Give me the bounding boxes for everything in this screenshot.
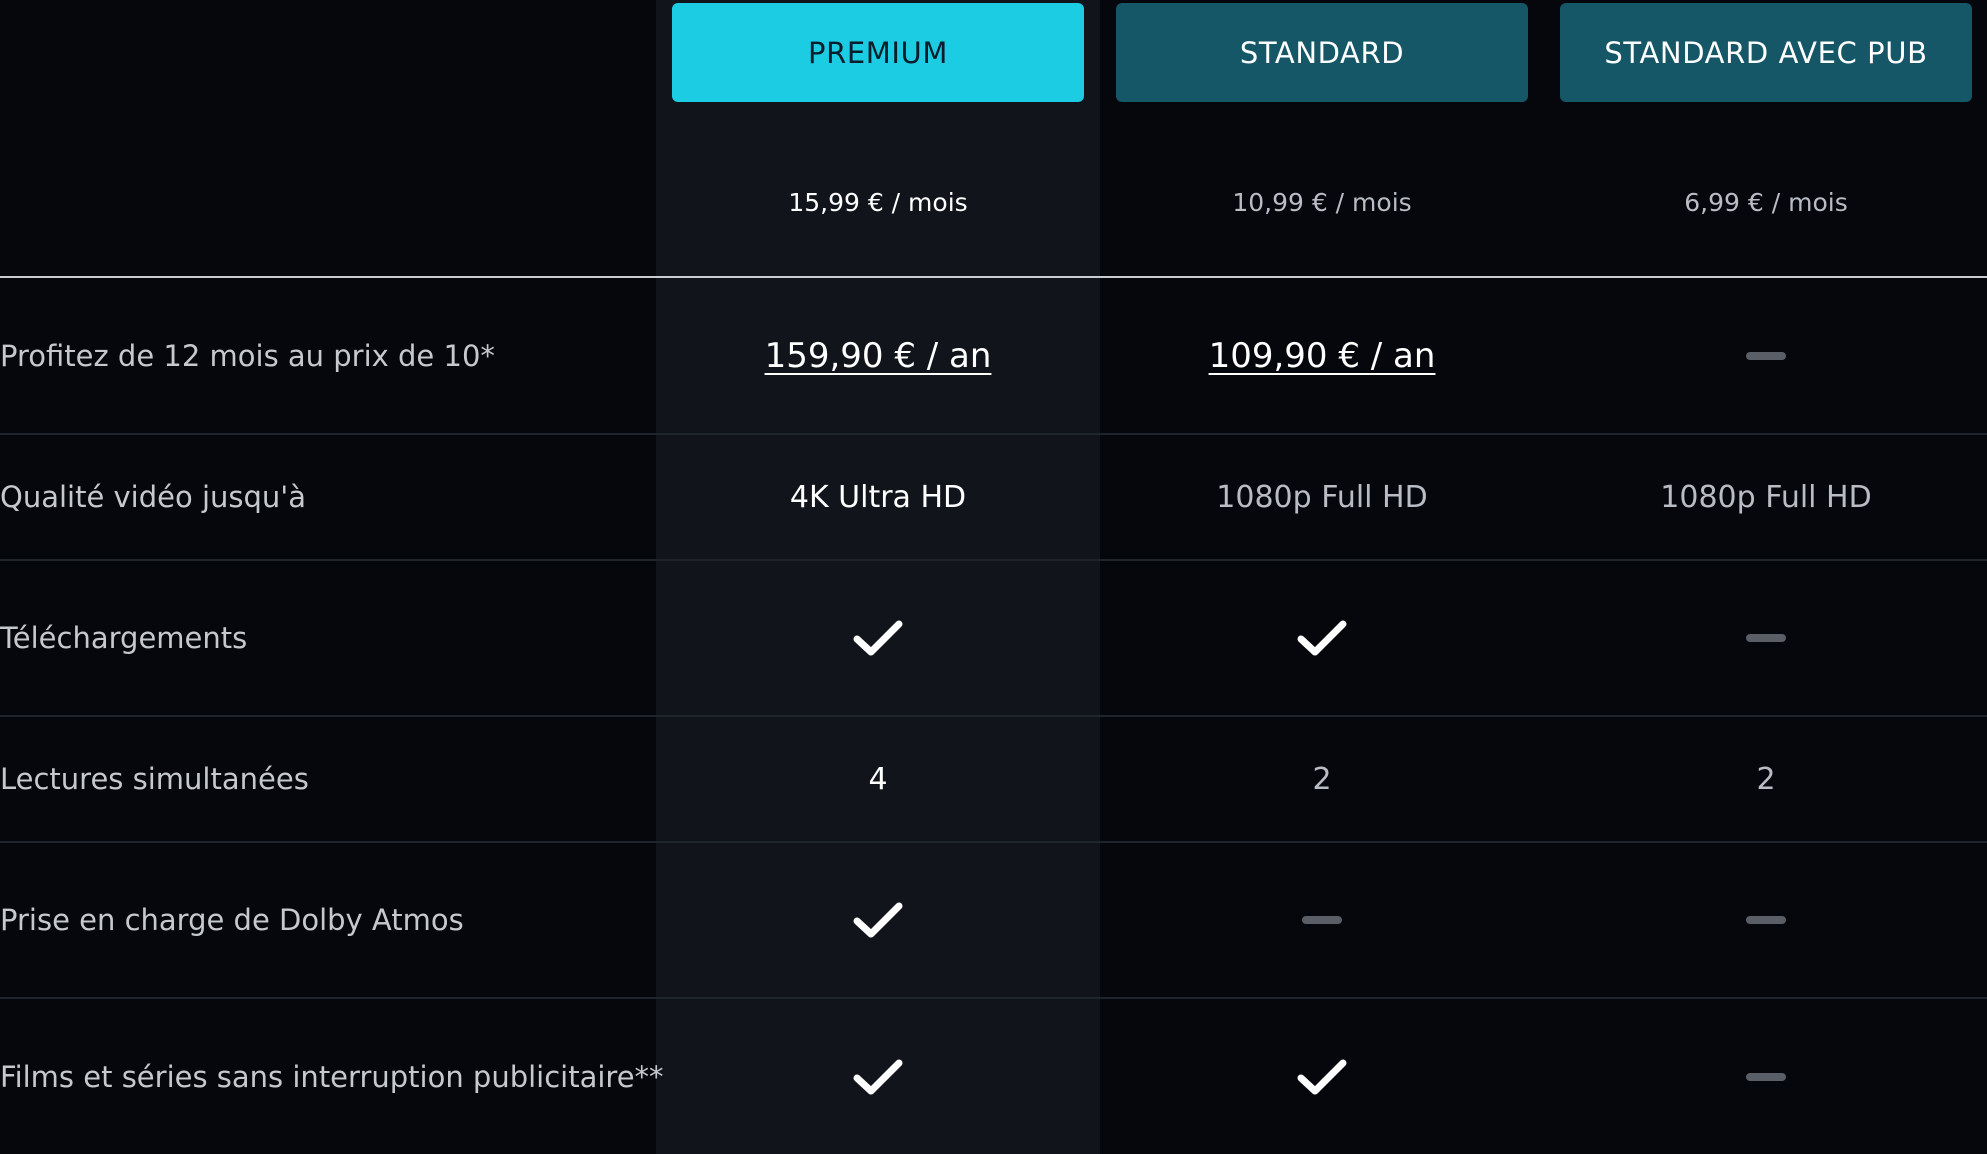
feature-cell-standard: 109,90 € / an bbox=[1100, 278, 1544, 433]
feature-cell-standard-avec-pub: 2 bbox=[1756, 761, 1776, 797]
price-standard: 10,99 € / mois bbox=[1232, 187, 1412, 217]
feature-cell-premium: 4 bbox=[868, 761, 888, 797]
check-icon bbox=[853, 620, 903, 656]
feature-row-dolby-atmos: Prise en charge de Dolby Atmos bbox=[0, 843, 1987, 997]
plan-tab-standard-avec-pub[interactable]: STANDARD AVEC PUB bbox=[1560, 3, 1972, 102]
feature-cell-standard: 2 bbox=[1312, 761, 1332, 797]
dash-icon bbox=[1746, 916, 1786, 924]
feature-cell-standard-avec-pub bbox=[1544, 999, 1987, 1154]
plan-tab-standard[interactable]: STANDARD bbox=[1116, 3, 1528, 102]
feature-cell-standard bbox=[1100, 561, 1544, 715]
feature-cell-premium bbox=[656, 999, 1100, 1154]
feature-row-downloads: Téléchargements bbox=[0, 561, 1987, 715]
feature-label: Films et séries sans interruption public… bbox=[0, 1059, 664, 1094]
annual-price-premium-link[interactable]: 159,90 € / an bbox=[765, 336, 992, 376]
feature-row-video-quality: Qualité vidéo jusqu'à 4K Ultra HD 1080p … bbox=[0, 435, 1987, 559]
feature-cell-standard-avec-pub: 1080p Full HD bbox=[1660, 479, 1872, 515]
feature-cell-premium bbox=[656, 561, 1100, 715]
check-icon bbox=[1297, 1059, 1347, 1094]
feature-label: Téléchargements bbox=[0, 621, 248, 655]
feature-cell-standard-avec-pub bbox=[1544, 843, 1987, 997]
feature-cell-standard bbox=[1100, 999, 1544, 1154]
check-icon bbox=[1297, 620, 1347, 656]
plan-tab-premium[interactable]: PREMIUM bbox=[672, 3, 1084, 102]
feature-label: Profitez de 12 mois au prix de 10* bbox=[0, 338, 495, 373]
check-icon bbox=[853, 1059, 903, 1094]
dash-icon bbox=[1746, 351, 1786, 360]
feature-cell-premium bbox=[656, 843, 1100, 997]
feature-row-simultaneous-streams: Lectures simultanées 4 2 2 bbox=[0, 717, 1987, 841]
feature-cell-premium: 159,90 € / an bbox=[656, 278, 1100, 433]
price-standard-avec-pub: 6,99 € / mois bbox=[1684, 187, 1848, 217]
feature-cell-standard: 1080p Full HD bbox=[1216, 479, 1428, 515]
feature-cell-standard bbox=[1100, 843, 1544, 997]
feature-label: Lectures simultanées bbox=[0, 762, 309, 796]
feature-cell-premium: 4K Ultra HD bbox=[789, 479, 967, 515]
price-premium: 15,99 € / mois bbox=[788, 187, 968, 217]
feature-row-ad-free: Films et séries sans interruption public… bbox=[0, 999, 1987, 1154]
dash-icon bbox=[1746, 634, 1786, 642]
feature-label: Qualité vidéo jusqu'à bbox=[0, 480, 307, 514]
feature-cell-standard-avec-pub bbox=[1544, 561, 1987, 715]
dash-icon bbox=[1746, 1072, 1786, 1081]
annual-price-standard-link[interactable]: 109,90 € / an bbox=[1209, 336, 1436, 376]
dash-icon bbox=[1302, 916, 1342, 924]
feature-row-annual-offer: Profitez de 12 mois au prix de 10* 159,9… bbox=[0, 278, 1987, 433]
feature-cell-standard-avec-pub bbox=[1544, 278, 1987, 433]
feature-label: Prise en charge de Dolby Atmos bbox=[0, 903, 464, 937]
check-icon bbox=[853, 902, 903, 938]
